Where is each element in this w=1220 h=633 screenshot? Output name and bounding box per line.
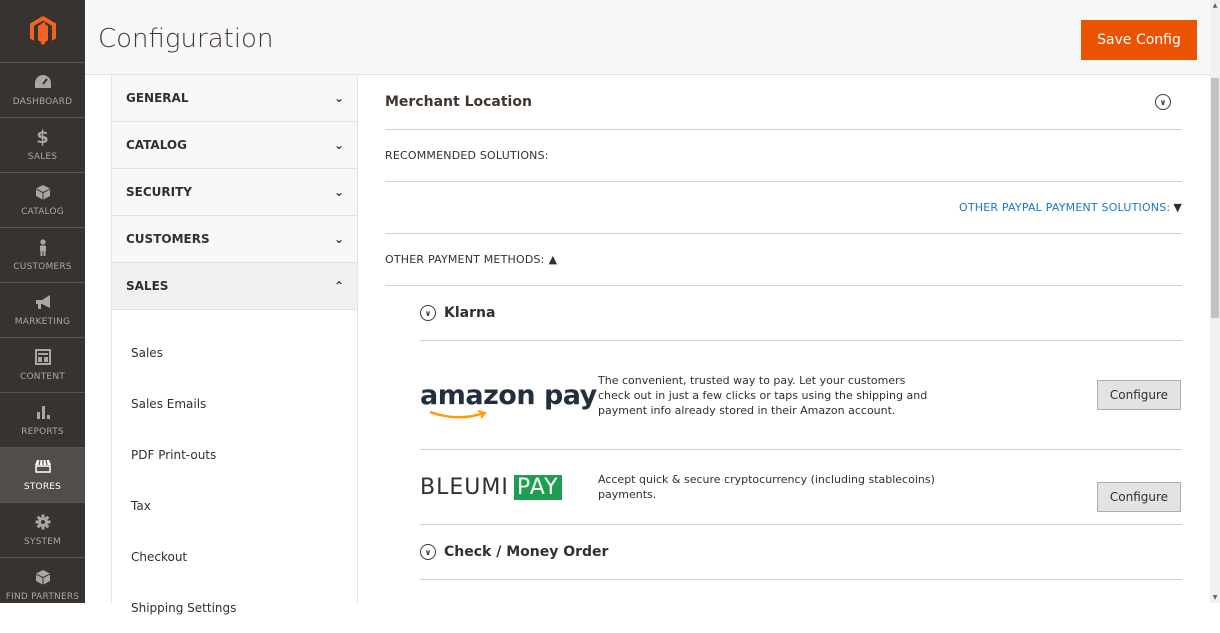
submenu-item-shipping-settings[interactable]: Shipping Settings xyxy=(112,582,357,633)
tab-label: SECURITY xyxy=(126,185,192,199)
tab-label: CUSTOMERS xyxy=(126,232,210,246)
submenu-item-sales[interactable]: Sales xyxy=(112,310,357,378)
magento-logo[interactable] xyxy=(0,0,85,62)
nav-customers[interactable]: CUSTOMERS xyxy=(0,227,85,282)
bar-chart-icon xyxy=(35,404,51,424)
merchant-location-section[interactable]: Merchant Location ∨ xyxy=(385,75,1182,130)
admin-sidebar: DASHBOARD $ SALES CATALOG CUSTOMERS MARK… xyxy=(0,0,85,603)
gear-icon xyxy=(35,514,51,534)
layout-icon xyxy=(34,348,51,369)
tab-label: CATALOG xyxy=(126,138,187,152)
dollar-icon: $ xyxy=(36,126,49,148)
scroll-down-icon[interactable]: ▼ xyxy=(1210,594,1220,601)
nav-reports[interactable]: REPORTS xyxy=(0,392,85,447)
amazon-pay-configure-button[interactable]: Configure xyxy=(1097,380,1181,410)
payment-methods-list: ∨ Klarna amazon pay The convenient, trus… xyxy=(420,286,1182,580)
nav-marketing[interactable]: MARKETING xyxy=(0,282,85,337)
check-money-order-section[interactable]: ∨ Check / Money Order xyxy=(420,525,1182,580)
amazon-pay-description: The convenient, trusted way to pay. Let … xyxy=(598,373,928,417)
bleumi-pay-logo-badge: PAY xyxy=(513,474,562,500)
nav-label: REPORTS xyxy=(21,426,64,437)
megaphone-icon xyxy=(34,294,52,314)
triangle-down-icon: ▼ xyxy=(1173,201,1182,214)
nav-stores[interactable]: STORES xyxy=(0,447,85,502)
chevron-down-icon: ⌄ xyxy=(333,185,344,199)
nav-label: SYSTEM xyxy=(23,536,62,547)
bleumi-pay-description: Accept quick & secure cryptocurrency (in… xyxy=(598,473,935,501)
bleumi-pay-logo: BLEUMI PAY xyxy=(420,474,598,500)
tab-label: SALES xyxy=(126,279,169,293)
link-label: OTHER PAYPAL PAYMENT SOLUTIONS: xyxy=(958,201,1171,214)
payment-methods-panel: Merchant Location ∨ RECOMMENDED SOLUTION… xyxy=(385,75,1182,603)
partners-icon xyxy=(35,569,51,589)
tab-label: GENERAL xyxy=(126,91,189,105)
person-icon xyxy=(37,238,49,259)
storefront-icon xyxy=(34,459,52,479)
config-tabs: GENERAL ⌄ CATALOG ⌄ SECURITY ⌄ CUSTOMERS… xyxy=(111,75,358,633)
recommended-solutions: RECOMMENDED SOLUTIONS: xyxy=(385,130,1182,182)
scroll-up-icon[interactable]: ▲ xyxy=(1210,2,1220,9)
chevron-down-icon: ⌄ xyxy=(333,91,344,105)
dashboard-icon xyxy=(34,74,52,94)
nav-label: FIND PARTNERS xyxy=(5,591,80,602)
submenu-item-checkout[interactable]: Checkout xyxy=(112,531,357,582)
expand-circle-icon: ∨ xyxy=(420,305,436,321)
nav-sales[interactable]: $ SALES xyxy=(0,117,85,172)
box-icon xyxy=(35,184,51,204)
page-title: Configuration xyxy=(98,24,274,54)
page-scrollbar[interactable]: ▲ ▼ xyxy=(1210,0,1220,603)
tab-catalog[interactable]: CATALOG ⌄ xyxy=(112,122,357,169)
bleumi-logo-text: BLEUMI xyxy=(420,474,509,500)
bleumi-pay-solution: BLEUMI PAY Accept quick & secure cryptoc… xyxy=(420,450,1182,525)
tab-customers[interactable]: CUSTOMERS ⌄ xyxy=(112,216,357,263)
nav-label: CATALOG xyxy=(21,206,64,217)
nav-catalog[interactable]: CATALOG xyxy=(0,172,85,227)
nav-content[interactable]: CONTENT xyxy=(0,337,85,392)
scrollbar-thumb[interactable] xyxy=(1211,78,1219,318)
chevron-down-icon: ⌄ xyxy=(333,232,344,246)
submenu-item-pdf-printouts[interactable]: PDF Print-outs xyxy=(112,429,357,480)
chevron-up-icon: ⌃ xyxy=(333,279,344,293)
other-paypal-solutions-link[interactable]: OTHER PAYPAL PAYMENT SOLUTIONS: ▼ xyxy=(385,182,1182,234)
nav-label: STORES xyxy=(23,481,62,492)
nav-dashboard[interactable]: DASHBOARD xyxy=(0,62,85,117)
nav-label: CUSTOMERS xyxy=(13,261,72,272)
amazon-pay-logo-text: amazon pay xyxy=(420,379,597,411)
expand-circle-icon[interactable]: ∨ xyxy=(1155,94,1171,110)
page-header: Configuration Save Config xyxy=(85,0,1210,75)
section-label: OTHER PAYMENT METHODS: xyxy=(385,253,545,266)
sales-submenu: Sales Sales Emails PDF Print-outs Tax Ch… xyxy=(112,310,357,633)
nav-system[interactable]: SYSTEM xyxy=(0,502,85,557)
chevron-down-icon: ⌄ xyxy=(333,138,344,152)
section-title: Merchant Location xyxy=(385,94,532,110)
nav-find-partners[interactable]: FIND PARTNERS xyxy=(0,557,85,612)
triangle-up-icon: ▲ xyxy=(548,253,558,266)
method-title: Klarna xyxy=(444,305,496,321)
submenu-item-tax[interactable]: Tax xyxy=(112,480,357,531)
save-config-button[interactable]: Save Config xyxy=(1081,20,1197,60)
nav-label: CONTENT xyxy=(20,371,65,382)
tab-sales[interactable]: SALES ⌃ xyxy=(112,263,357,310)
bleumi-pay-configure-button[interactable]: Configure xyxy=(1097,482,1181,512)
tab-security[interactable]: SECURITY ⌄ xyxy=(112,169,357,216)
submenu-item-sales-emails[interactable]: Sales Emails xyxy=(112,378,357,429)
nav-label: MARKETING xyxy=(14,316,71,327)
amazon-pay-solution: amazon pay The convenient, trusted way t… xyxy=(420,341,1182,450)
method-title: Check / Money Order xyxy=(444,544,609,560)
nav-label: SALES xyxy=(27,151,58,162)
other-payment-methods[interactable]: OTHER PAYMENT METHODS: ▲ xyxy=(385,234,1182,286)
expand-circle-icon: ∨ xyxy=(420,544,436,560)
nav-label: DASHBOARD xyxy=(12,96,73,107)
tab-general[interactable]: GENERAL ⌄ xyxy=(112,75,357,122)
klarna-section[interactable]: ∨ Klarna xyxy=(420,286,1182,341)
amazon-pay-logo: amazon pay xyxy=(420,379,598,419)
